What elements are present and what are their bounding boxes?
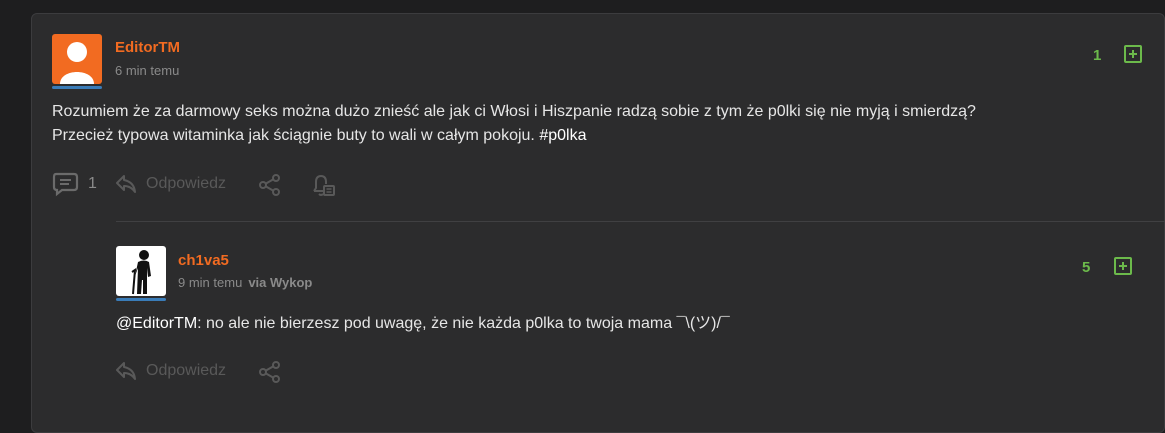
- avatar-underline: [116, 298, 166, 301]
- avatar-icon: [60, 42, 94, 84]
- comment-author-name[interactable]: ch1va5: [178, 252, 229, 269]
- comment-divider: [116, 221, 1165, 222]
- post-text-line2-body: Przecież typowa witaminka jak ściągnie b…: [52, 127, 540, 144]
- notification-icon: [313, 174, 335, 196]
- post-author-avatar[interactable]: [52, 34, 102, 84]
- reply-icon: [116, 175, 136, 193]
- comment-plus-button[interactable]: [1114, 257, 1132, 275]
- post-author-name[interactable]: EditorTM: [115, 39, 180, 56]
- post-hashtag[interactable]: #p0lka: [539, 127, 586, 144]
- post-text-line1: Rozumiem że za darmowy seks można dużo z…: [52, 103, 976, 120]
- comment-mention[interactable]: @EditorTM: [116, 315, 197, 332]
- comment-via[interactable]: via Wykop: [248, 275, 312, 290]
- comments-icon: [52, 172, 79, 197]
- post-timestamp[interactable]: 6 min temu: [115, 63, 179, 78]
- post-comment-count: 1: [88, 175, 97, 192]
- comment-reply-button[interactable]: Odpowiedz: [115, 360, 226, 382]
- comment-timestamp[interactable]: 9 min temu: [178, 275, 242, 290]
- share-icon: [259, 361, 280, 383]
- post-comments-button[interactable]: 1: [52, 171, 97, 197]
- post-notify-button[interactable]: [309, 172, 337, 198]
- avatar-icon: [131, 250, 151, 295]
- post-reply-label: Odpowiedz: [146, 175, 227, 192]
- share-icon: [259, 174, 280, 196]
- post-share-button[interactable]: [258, 173, 282, 197]
- reply-icon: [116, 362, 136, 380]
- comment-vote-count: 5: [1082, 259, 1091, 276]
- comment-body: @EditorTM: no ale nie bierzesz pod uwagę…: [116, 312, 1156, 336]
- comment-author-avatar[interactable]: [116, 246, 166, 296]
- comment-share-button[interactable]: [258, 360, 282, 384]
- entry-card: EditorTM 6 min temu 1 Rozumiem że za dar…: [31, 13, 1165, 433]
- post-reply-button[interactable]: Odpowiedz: [115, 173, 226, 195]
- post-vote-count: 1: [1093, 47, 1102, 64]
- comment-reply-label: Odpowiedz: [146, 362, 227, 379]
- post-text-line2: Przecież typowa witaminka jak ściągnie b…: [52, 124, 1152, 148]
- post-body: Rozumiem że za darmowy seks można dużo z…: [52, 100, 1152, 148]
- comment-meta: 9 min temu via Wykop: [178, 275, 312, 290]
- avatar-underline: [52, 86, 102, 89]
- post-plus-button[interactable]: [1124, 45, 1142, 63]
- comment-text: : no ale nie bierzesz pod uwagę, że nie …: [197, 315, 730, 332]
